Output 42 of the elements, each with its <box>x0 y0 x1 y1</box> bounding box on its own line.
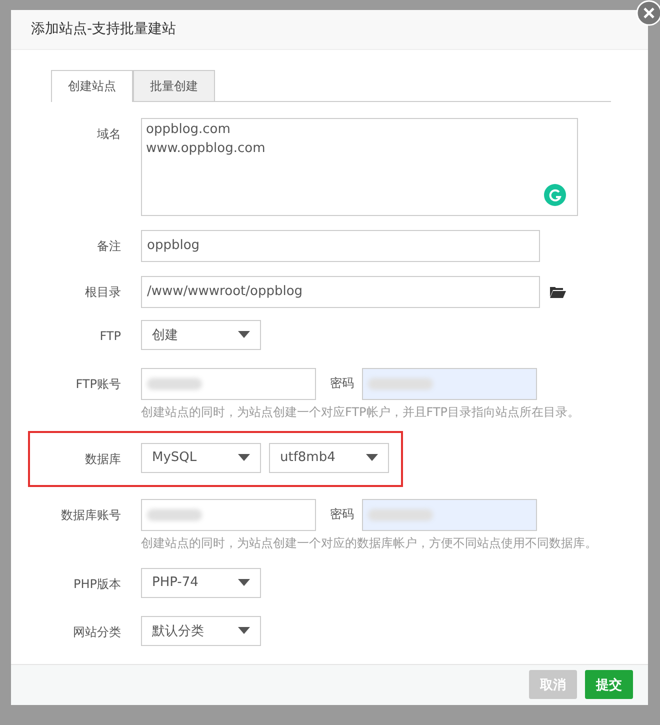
close-icon[interactable] <box>636 0 660 26</box>
caret-icon <box>238 331 250 338</box>
grammar-check-icon[interactable] <box>544 184 566 206</box>
domain-line: oppblog.com <box>146 122 232 137</box>
caret-icon <box>238 627 250 634</box>
field-label: 数据库账号 <box>60 506 121 524</box>
field-label: 域名 <box>96 126 121 143</box>
field-label: 密码 <box>330 506 354 524</box>
tab[interactable]: 批量创建 <box>133 70 215 101</box>
redaction-blur <box>147 508 202 521</box>
text-input[interactable]: oppblog <box>141 230 540 262</box>
dropdown[interactable]: 默认分类 <box>141 616 261 646</box>
password-input[interactable] <box>362 368 537 400</box>
caret-icon <box>366 454 378 462</box>
dropdown[interactable]: utf8mb4 <box>269 442 389 473</box>
password-input[interactable] <box>362 498 537 531</box>
dropdown[interactable]: 创建 <box>141 320 261 350</box>
hint-text: 创建站点的同时，为站点创建一个对应FTP帐户，并且FTP目录指向站点所在目录。 <box>141 404 580 421</box>
field-label: FTP <box>98 328 121 345</box>
field-label: 备注 <box>96 238 121 255</box>
domain-textarea[interactable]: oppblog.com www.oppblog.com <box>141 118 578 216</box>
field-label: 网站分类 <box>72 624 121 641</box>
field-label: 根目录 <box>84 284 121 301</box>
field-label: 密码 <box>330 375 354 392</box>
path-input[interactable]: /www/wwwroot/oppblog <box>141 276 540 308</box>
field-label: PHP版本 <box>72 576 121 593</box>
account-input[interactable] <box>141 498 316 531</box>
dropdown[interactable]: MySQL <box>141 442 261 473</box>
caret-icon <box>238 454 250 462</box>
redaction-blur <box>368 378 433 390</box>
tab[interactable]: 创建站点 <box>51 70 133 102</box>
field-label: FTP账号 <box>74 376 121 393</box>
folder-icon[interactable] <box>550 286 566 298</box>
account-input[interactable] <box>141 368 316 400</box>
domain-line: www.oppblog.com <box>146 140 266 156</box>
redaction-blur <box>368 508 433 521</box>
dropdown[interactable]: PHP-74 <box>141 568 261 598</box>
redaction-blur <box>147 378 202 390</box>
dialog-title: 添加站点-支持批量建站 <box>31 20 176 38</box>
field-label: 数据库 <box>84 450 121 468</box>
caret-icon <box>238 579 250 586</box>
hint-text: 创建站点的同时，为站点创建一个对应的数据库帐户，方便不同站点使用不同数据库。 <box>141 534 597 552</box>
